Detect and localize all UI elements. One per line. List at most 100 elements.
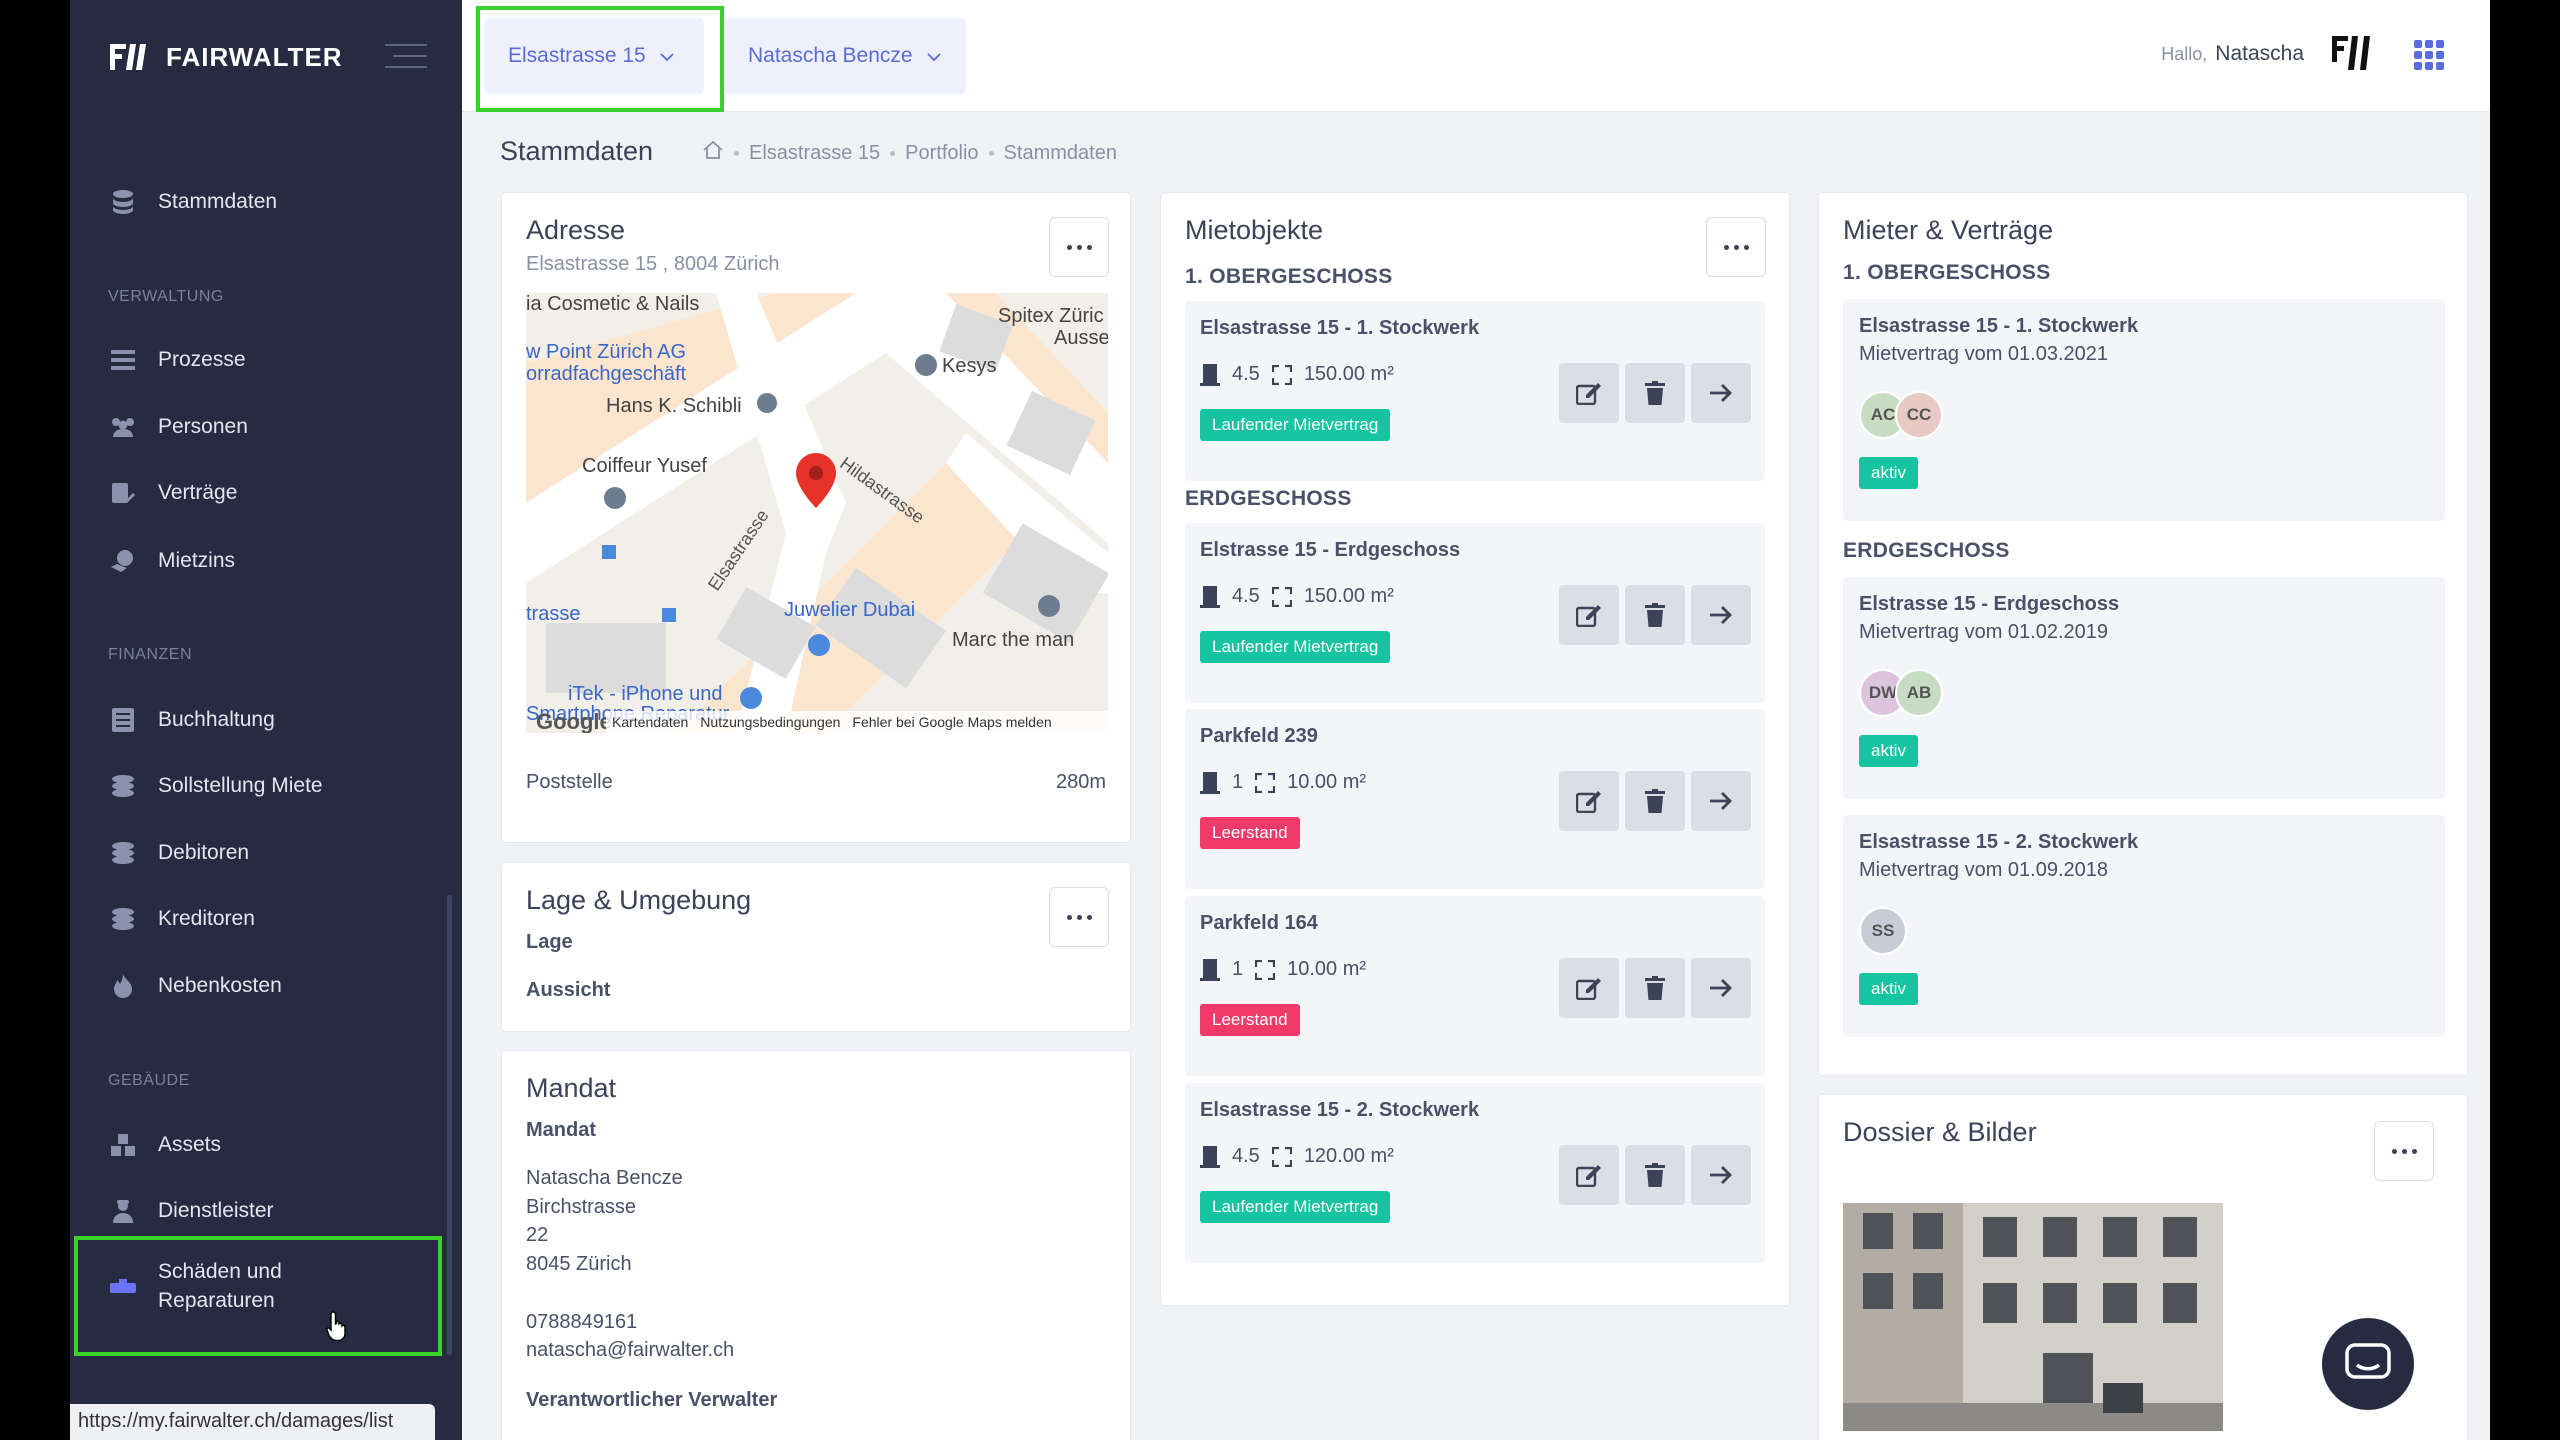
- tenant-row[interactable]: Elstrasse 15 - Erdgeschoss Mietvertrag v…: [1843, 577, 2445, 799]
- avatar[interactable]: SS: [1859, 907, 1907, 955]
- trash-icon: [1645, 381, 1665, 405]
- status-bar-url: https://my.fairwalter.ch/damages/list: [70, 1404, 435, 1440]
- sidebar-item-label: Sollstellung Miete: [158, 774, 323, 797]
- unit-area: 10.00 m²: [1287, 958, 1367, 980]
- edit-button[interactable]: [1559, 1145, 1619, 1205]
- unit-row[interactable]: Parkfeld 164 1 10.00 m² Leerstand: [1185, 896, 1765, 1076]
- app-window: FAIRWALTER Stammdaten VERWALTUNG Prozess…: [70, 0, 2490, 1440]
- card-title: Mandat: [526, 1073, 617, 1103]
- map-label: Coiffeur Yusef: [582, 455, 707, 477]
- mandat-email[interactable]: natascha@fairwalter.ch: [526, 1339, 734, 1362]
- avatar[interactable]: CC: [1895, 391, 1943, 439]
- more-options-button[interactable]: [1049, 217, 1109, 277]
- sidebar-item-mietzins[interactable]: Mietzins: [110, 543, 235, 579]
- unit-name: Elsastrasse 15 - 2. Stockwerk: [1200, 1099, 1480, 1121]
- trash-icon: [1645, 603, 1665, 627]
- expand-icon: [1255, 772, 1276, 793]
- map-label: Hans K. Schibli: [606, 395, 742, 417]
- unit-rooms: 1: [1232, 958, 1244, 980]
- more-options-button[interactable]: [1706, 217, 1766, 277]
- map-label: Marc the man: [952, 629, 1075, 651]
- home-icon[interactable]: [702, 140, 724, 166]
- sidebar-scrollbar[interactable]: [447, 895, 452, 1355]
- chat-button[interactable]: [2322, 1318, 2414, 1410]
- card-title: Adresse: [526, 215, 626, 245]
- open-button[interactable]: [1691, 585, 1751, 645]
- edit-button[interactable]: [1559, 363, 1619, 423]
- door-icon: [1200, 585, 1220, 608]
- status-badge: Laufender Mietvertrag: [1200, 409, 1391, 441]
- delete-button[interactable]: [1625, 363, 1685, 423]
- map-attribution: Kartendaten Nutzungsbedingungen Fehler b…: [606, 711, 1108, 733]
- unit-row[interactable]: Elstrasse 15 - Erdgeschoss 4.5 150.00 m²…: [1185, 523, 1765, 703]
- fairwalter-logo-icon: [110, 44, 146, 70]
- sidebar-item-sollstellung-miete[interactable]: Sollstellung Miete: [110, 768, 323, 804]
- status-badge: aktiv: [1859, 735, 1918, 767]
- contract-icon: [110, 481, 136, 505]
- open-button[interactable]: [1691, 1145, 1751, 1205]
- user-greeting[interactable]: Hallo, Natascha: [2161, 42, 2304, 66]
- highlight-box-sidebar: [74, 1236, 442, 1356]
- avatar[interactable]: AB: [1895, 669, 1943, 717]
- building-photo[interactable]: [1843, 1203, 2223, 1431]
- menu-toggle-icon[interactable]: [385, 44, 427, 77]
- map-terms-link[interactable]: Nutzungsbedingungen: [700, 714, 840, 730]
- fairwalter-logo-icon[interactable]: [2332, 30, 2378, 76]
- sidebar-item-personen[interactable]: Personen: [110, 409, 248, 445]
- nav-section-gebaeude: GEBÄUDE: [108, 1072, 190, 1089]
- lage-label: Lage: [526, 931, 573, 953]
- more-options-button[interactable]: [1049, 887, 1109, 947]
- user-select[interactable]: Natascha Bencze: [724, 18, 966, 94]
- unit-area: 10.00 m²: [1287, 771, 1367, 793]
- sidebar-item-buchhaltung[interactable]: Buchhaltung: [110, 702, 275, 738]
- floor-heading: ERDGESCHOSS: [1185, 487, 1352, 510]
- map-data-link[interactable]: Kartendaten: [612, 714, 688, 730]
- ledger-icon: [110, 708, 136, 732]
- breadcrumb-link[interactable]: Portfolio: [905, 142, 978, 165]
- sidebar-item-debitoren[interactable]: Debitoren: [110, 835, 249, 871]
- open-button[interactable]: [1691, 363, 1751, 423]
- delete-button[interactable]: [1625, 771, 1685, 831]
- sidebar-item-assets[interactable]: Assets: [110, 1127, 221, 1163]
- sidebar-item-dienstleister[interactable]: Dienstleister: [110, 1193, 274, 1229]
- edit-icon: [1576, 978, 1601, 1000]
- sidebar-item-vertraege[interactable]: Verträge: [110, 475, 237, 511]
- edit-button[interactable]: [1559, 585, 1619, 645]
- mieter-card: Mieter & Verträge 1. OBERGESCHOSS Elsast…: [1818, 192, 2468, 1076]
- hand-cursor-icon: [326, 1311, 346, 1341]
- more-options-button[interactable]: [2374, 1121, 2434, 1181]
- map-report-link[interactable]: Fehler bei Google Maps melden: [852, 714, 1051, 730]
- sidebar-item-kreditoren[interactable]: Kreditoren: [110, 901, 255, 937]
- unit-row[interactable]: Elsastrasse 15 - 2. Stockwerk 4.5 120.00…: [1185, 1083, 1765, 1263]
- edit-button[interactable]: [1559, 771, 1619, 831]
- unit-name: Elstrasse 15 - Erdgeschoss: [1200, 539, 1461, 561]
- adresse-card: Adresse Elsastrasse 15 , 8004 Zürich ia …: [501, 192, 1131, 843]
- brand-logo[interactable]: FAIRWALTER: [110, 40, 343, 74]
- door-icon: [1200, 363, 1220, 386]
- delete-button[interactable]: [1625, 1145, 1685, 1205]
- map-view[interactable]: ia Cosmetic & Nails Spitex Züric Ausse w…: [526, 293, 1108, 733]
- delete-button[interactable]: [1625, 585, 1685, 645]
- open-button[interactable]: [1691, 958, 1751, 1018]
- sidebar-item-stammdaten[interactable]: Stammdaten: [110, 184, 277, 220]
- mandat-phone: 0788849161: [526, 1311, 638, 1333]
- trash-icon: [1645, 976, 1665, 1000]
- sidebar-item-nebenkosten[interactable]: Nebenkosten: [110, 968, 282, 1004]
- edit-button[interactable]: [1559, 958, 1619, 1018]
- unit-row[interactable]: Parkfeld 239 1 10.00 m² Leerstand: [1185, 709, 1765, 889]
- delete-button[interactable]: [1625, 958, 1685, 1018]
- open-button[interactable]: [1691, 771, 1751, 831]
- nav-section-finanzen: FINANZEN: [108, 646, 192, 663]
- list-icon: [110, 348, 136, 372]
- unit-row[interactable]: Elsastrasse 15 - 1. Stockwerk 4.5 150.00…: [1185, 301, 1765, 481]
- tenant-row[interactable]: Elsastrasse 15 - 2. Stockwerk Mietvertra…: [1843, 815, 2445, 1037]
- sidebar-item-label: Dienstleister: [158, 1199, 274, 1222]
- breadcrumb-link[interactable]: Elsastrasse 15: [749, 142, 880, 165]
- unit-rooms: 4.5: [1232, 363, 1260, 385]
- sidebar-item-prozesse[interactable]: Prozesse: [110, 342, 246, 378]
- tenant-row[interactable]: Elsastrasse 15 - 1. Stockwerk Mietvertra…: [1843, 299, 2445, 521]
- apps-grid-icon[interactable]: [2414, 40, 2444, 70]
- map-label: trasse: [526, 603, 581, 625]
- status-badge: Laufender Mietvertrag: [1200, 1191, 1391, 1223]
- map-label: Spitex Züric: [998, 305, 1104, 327]
